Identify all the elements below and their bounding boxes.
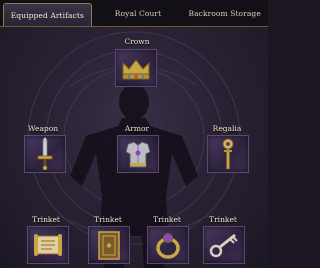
trinket-2-slot[interactable] [88,226,130,264]
regalia-slot-label: Regalia [212,124,242,133]
armor-slot-label: Armor [124,124,150,133]
crown-slot[interactable] [115,49,157,87]
gold-crown-icon [122,59,150,80]
crown-slot-label: Crown [124,37,150,46]
weapon-slot-label: Weapon [27,124,59,133]
trinket-1-slot[interactable] [27,226,69,264]
tab-bar: Equipped Artifacts Royal Court Backroom … [0,0,268,27]
weapon-slot[interactable] [24,135,66,173]
scroll-icon [34,234,62,256]
tome-icon [98,231,120,260]
tab-backroom-storage[interactable]: Backroom Storage [181,0,268,26]
trinket-2-slot-label: Trinket [94,215,122,224]
chestplate-icon [125,141,151,168]
scepter-icon [222,138,234,170]
trinket-1-slot-label: Trinket [32,215,60,224]
trinket-3-slot-label: Trinket [153,215,181,224]
trinket-3-slot[interactable] [147,226,189,264]
ring-icon [156,233,180,259]
tab-equipped-artifacts[interactable]: Equipped Artifacts [3,3,92,26]
key-icon [209,233,238,258]
artifacts-panel: Equipped Artifacts Royal Court Backroom … [0,0,268,268]
dagger-icon [37,137,53,170]
armor-slot[interactable] [117,135,159,173]
trinket-4-slot-label: Trinket [209,215,237,224]
trinket-4-slot[interactable] [203,226,245,264]
regalia-slot[interactable] [207,135,249,173]
tab-royal-court[interactable]: Royal Court [95,0,182,26]
